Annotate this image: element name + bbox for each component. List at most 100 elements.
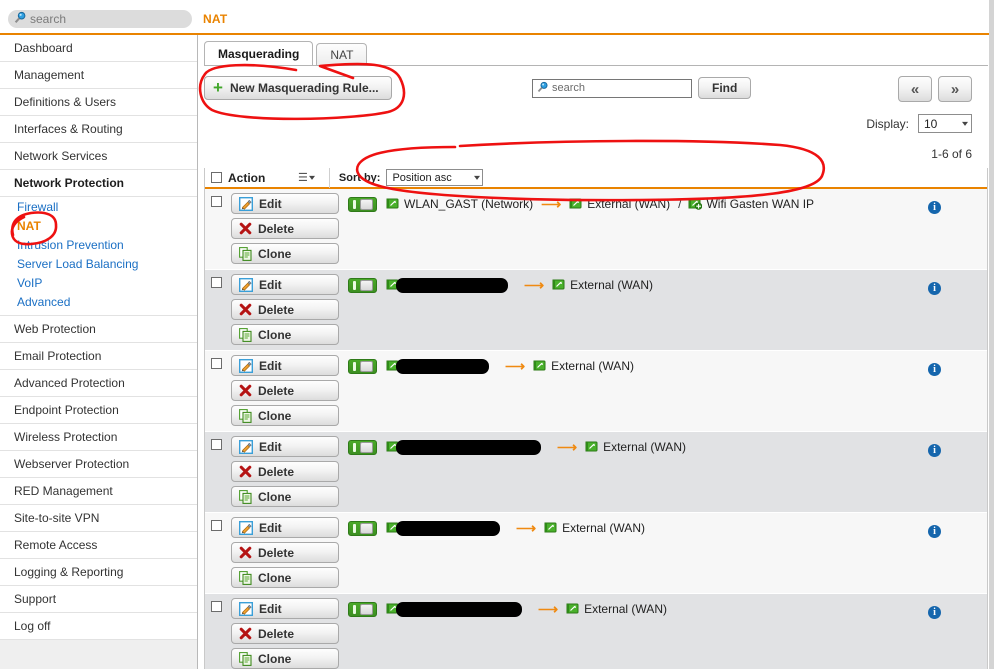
table-row[interactable]: Edit Delete Clone ⟶ External (WAN) i	[205, 432, 987, 513]
sidebar-item-label: Advanced Protection	[14, 376, 125, 390]
delete-button-label: Delete	[258, 626, 295, 641]
sidebar-item-site-to-site-vpn[interactable]: Site-to-site VPN	[0, 505, 197, 532]
edit-button[interactable]: Edit	[231, 517, 339, 538]
row-select-checkbox[interactable]	[211, 601, 222, 612]
sidebar-item-log-off[interactable]: Log off	[0, 613, 197, 640]
rule-enabled-toggle[interactable]	[348, 277, 377, 293]
find-button[interactable]: Find	[698, 77, 752, 99]
sidebar-item-definitions-users[interactable]: Definitions & Users	[0, 89, 197, 116]
row-select-checkbox[interactable]	[211, 358, 222, 369]
clone-button[interactable]: Clone	[231, 324, 339, 345]
sidebar-item-web-protection[interactable]: Web Protection	[0, 316, 197, 343]
page-prev-button[interactable]: «	[898, 76, 932, 102]
clone-button[interactable]: Clone	[231, 486, 339, 507]
rule-enabled-toggle[interactable]	[348, 439, 377, 455]
edit-button-label: Edit	[259, 601, 282, 616]
rule-enabled-toggle[interactable]	[348, 520, 377, 536]
row-select-checkbox[interactable]	[211, 439, 222, 450]
sidebar-item-webserver-protection[interactable]: Webserver Protection	[0, 451, 197, 478]
global-search-input[interactable]: search	[8, 10, 192, 28]
clone-button[interactable]: Clone	[231, 405, 339, 426]
sidebar-item-wireless-protection[interactable]: Wireless Protection	[0, 424, 197, 451]
find-input[interactable]: search	[532, 78, 692, 98]
delete-button[interactable]: Delete	[231, 218, 339, 239]
info-icon[interactable]: i	[928, 525, 941, 538]
rule-flow: ⟶ External (WAN)	[348, 276, 927, 294]
rule-enabled-toggle[interactable]	[348, 601, 377, 617]
clone-button[interactable]: Clone	[231, 567, 339, 588]
edit-button[interactable]: Edit	[231, 598, 339, 619]
clone-button[interactable]: Clone	[231, 648, 339, 669]
edit-button[interactable]: Edit	[231, 274, 339, 295]
rule-flow: ⟶ External (WAN)	[348, 519, 927, 537]
sidebar-item-advanced-protection[interactable]: Advanced Protection	[0, 370, 197, 397]
sidebar-subitem-server-load-balancing[interactable]: Server Load Balancing	[0, 255, 197, 274]
page-scrollbar[interactable]	[989, 0, 994, 669]
select-all-cell[interactable]	[205, 172, 228, 183]
row-select-checkbox[interactable]	[211, 196, 222, 207]
sidebar-item-remote-access[interactable]: Remote Access	[0, 532, 197, 559]
rule-enabled-toggle[interactable]	[348, 196, 377, 212]
chevron-down-icon: ▾	[474, 173, 481, 182]
table-row[interactable]: Edit Delete Clone ⟶ External (WAN) i	[205, 270, 987, 351]
row-select-checkbox[interactable]	[211, 277, 222, 288]
edit-button[interactable]: Edit	[231, 355, 339, 376]
rule-definition: ⟶ External (WAN)	[348, 600, 927, 618]
sidebar-subnav: Firewall NAT Intrusion Prevention Server Lo…	[0, 197, 197, 316]
global-search-placeholder: search	[30, 12, 67, 26]
select-all-checkbox[interactable]	[211, 172, 222, 183]
info-icon[interactable]: i	[928, 606, 941, 619]
network-card-icon	[569, 198, 583, 210]
info-icon[interactable]: i	[928, 282, 941, 295]
delete-button[interactable]: Delete	[231, 299, 339, 320]
delete-button[interactable]: Delete	[231, 542, 339, 563]
info-icon[interactable]: i	[928, 201, 941, 214]
delete-button[interactable]: Delete	[231, 380, 339, 401]
column-options-menu[interactable]: ☰ ▾	[298, 171, 315, 184]
display-count-select[interactable]: 10 ▾	[918, 114, 972, 133]
row-select-checkbox[interactable]	[211, 520, 222, 531]
tab-nat[interactable]: NAT	[316, 43, 368, 66]
rule-enabled-toggle[interactable]	[348, 358, 377, 374]
delete-button[interactable]: Delete	[231, 623, 339, 644]
edit-pencil-icon	[239, 439, 253, 454]
sidebar-item-support[interactable]: Support	[0, 586, 197, 613]
redacted-source-label	[396, 358, 489, 374]
sidebar-subitem-advanced[interactable]: Advanced	[0, 293, 197, 312]
find-button-label: Find	[712, 81, 738, 95]
toggle-on-bar	[353, 280, 356, 290]
page-next-button[interactable]: »	[938, 76, 972, 102]
sidebar-subitem-label: VoIP	[17, 276, 43, 290]
table-row[interactable]: Edit Delete Clone WLAN_GAST (Network) ⟶ Exter…	[205, 189, 987, 270]
new-masquerading-rule-button[interactable]: + New Masquerading Rule...	[204, 76, 392, 100]
edit-button[interactable]: Edit	[231, 193, 339, 214]
edit-pencil-icon	[239, 358, 253, 373]
sidebar-item-logging-reporting[interactable]: Logging & Reporting	[0, 559, 197, 586]
sidebar-item-endpoint-protection[interactable]: Endpoint Protection	[0, 397, 197, 424]
copy-pages-icon	[239, 246, 252, 261]
tab-masquerading[interactable]: Masquerading	[204, 41, 314, 66]
clone-button[interactable]: Clone	[231, 243, 339, 264]
sidebar-subitem-intrusion-prevention[interactable]: Intrusion Prevention	[0, 236, 197, 255]
red-x-icon	[239, 627, 252, 640]
sidebar-subitem-nat[interactable]: NAT	[0, 217, 197, 236]
sidebar-item-dashboard[interactable]: Dashboard	[0, 35, 197, 62]
table-row[interactable]: Edit Delete Clone ⟶ External (WAN) i	[205, 351, 987, 432]
sort-by-select[interactable]: Position asc ▾	[386, 169, 484, 186]
sidebar-item-network-protection[interactable]: Network Protection	[0, 170, 197, 197]
delete-button[interactable]: Delete	[231, 461, 339, 482]
edit-button[interactable]: Edit	[231, 436, 339, 457]
table-row[interactable]: Edit Delete Clone ⟶ External (WAN) i	[205, 594, 987, 669]
sidebar-item-network-services[interactable]: Network Services	[0, 143, 197, 170]
sidebar-item-interfaces-routing[interactable]: Interfaces & Routing	[0, 116, 197, 143]
sidebar-subitem-voip[interactable]: VoIP	[0, 274, 197, 293]
sidebar-item-red-management[interactable]: RED Management	[0, 478, 197, 505]
info-icon[interactable]: i	[928, 363, 941, 376]
sidebar-item-management[interactable]: Management	[0, 62, 197, 89]
sophos-utm-nat-page: search NAT Dashboard Management Definition…	[0, 0, 994, 669]
info-icon[interactable]: i	[928, 444, 941, 457]
sidebar-item-email-protection[interactable]: Email Protection	[0, 343, 197, 370]
table-row[interactable]: Edit Delete Clone ⟶ External (WAN) i	[205, 513, 987, 594]
sidebar-subitem-firewall[interactable]: Firewall	[0, 198, 197, 217]
sidebar-item-label: Network Services	[14, 149, 108, 163]
